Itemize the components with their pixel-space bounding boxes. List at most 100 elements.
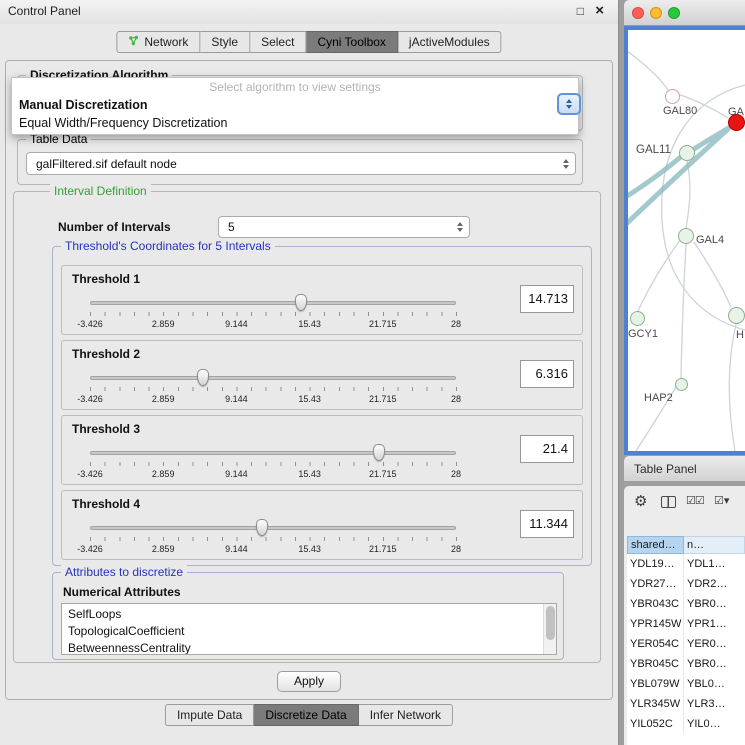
threshold-slider[interactable]: -3.426 2.859 9.144 15.43 21.715 28: [90, 442, 456, 484]
network-node-selected[interactable]: [728, 114, 745, 131]
scale-label: 9.144: [225, 544, 248, 554]
scrollbar-thumb[interactable]: [546, 606, 555, 640]
cell-name: YER0…: [684, 634, 745, 654]
algorithm-dropdown-popup: Select algorithm to view settings Manual…: [11, 77, 579, 135]
table-row[interactable]: YBL079W YBL0…: [627, 674, 745, 694]
table-row[interactable]: YDL19… YDL1…: [627, 554, 745, 574]
threshold-slider[interactable]: -3.426 2.859 9.144 15.43 21.715 28: [90, 367, 456, 409]
network-node[interactable]: [728, 307, 745, 324]
threshold-value-input[interactable]: 6.316: [520, 360, 574, 388]
slider-ticks: [90, 312, 457, 316]
cell-name: YLR3…: [684, 694, 745, 714]
network-node[interactable]: [679, 145, 695, 161]
network-node[interactable]: [630, 311, 645, 326]
slider-track[interactable]: [90, 526, 456, 530]
scale-label: -3.426: [77, 319, 103, 329]
network-window-titlebar: [624, 0, 745, 26]
close-icon[interactable]: ×: [595, 2, 604, 19]
column-header-shared-name[interactable]: shared…: [627, 536, 684, 554]
cell-shared-name: YBL079W: [627, 674, 684, 694]
table-header-row: shared… n…: [627, 536, 745, 554]
table-row[interactable]: YBR045C YBR0…: [627, 654, 745, 674]
column-header-name[interactable]: n…: [684, 536, 745, 554]
traffic-close-button[interactable]: [632, 7, 644, 19]
tab-infer-network[interactable]: Infer Network: [359, 704, 453, 726]
algorithm-option-manual[interactable]: Manual Discretization: [12, 96, 578, 114]
cell-name: YBR0…: [684, 594, 745, 614]
threshold-panel: Threshold 2 6.316 -3.426 2.859 9.144 15.…: [61, 340, 583, 410]
control-panel-titlebar: Control Panel □ ×: [0, 0, 618, 24]
list-item[interactable]: SelfLoops: [62, 606, 556, 623]
arrow-down-icon: [566, 105, 572, 109]
tab-jactivemodules[interactable]: jActiveModules: [398, 31, 502, 53]
tab-select[interactable]: Select: [250, 31, 306, 53]
selected-value: galFiltered.sif default node: [36, 157, 177, 171]
slider-thumb[interactable]: [256, 519, 268, 536]
threshold-panel: Threshold 1 14.713 -3.426 2.859 9.144 15…: [61, 265, 583, 335]
threshold-slider[interactable]: -3.426 2.859 9.144 15.43 21.715 28: [90, 292, 456, 334]
table-row[interactable]: YBR043C YBR0…: [627, 594, 745, 614]
table-row[interactable]: YIL052C YIL0…: [627, 714, 745, 734]
network-node[interactable]: [675, 378, 688, 391]
slider-thumb[interactable]: [373, 444, 385, 461]
scale-label: 28: [451, 394, 461, 404]
number-of-intervals-select[interactable]: 5: [218, 216, 470, 238]
threshold-value-input[interactable]: 11.344: [520, 510, 574, 538]
threshold-label: Threshold 2: [72, 347, 140, 361]
table-row[interactable]: YDR27… YDR2…: [627, 574, 745, 594]
float-window-icon[interactable]: □: [577, 4, 584, 18]
gear-icon[interactable]: ⚙: [634, 492, 647, 510]
algorithm-option-equal-width[interactable]: Equal Width/Frequency Discretization: [12, 114, 578, 132]
table-data-select[interactable]: galFiltered.sif default node: [26, 152, 576, 175]
tab-cyni-toolbox[interactable]: Cyni Toolbox: [306, 31, 397, 53]
tab-impute-data[interactable]: Impute Data: [165, 704, 254, 726]
columns-icon[interactable]: [661, 496, 676, 508]
slider-track[interactable]: [90, 451, 456, 455]
network-node[interactable]: [678, 228, 694, 244]
table-data-group: Table Data galFiltered.sif default node: [17, 139, 583, 185]
tab-label: Impute Data: [177, 708, 242, 722]
tab-discretize-data[interactable]: Discretize Data: [254, 704, 358, 726]
scale-label: 21.715: [369, 469, 397, 479]
selection-menu-icon[interactable]: ☑▾: [714, 494, 729, 507]
network-node[interactable]: [665, 89, 680, 104]
numerical-attributes-list: SelfLoops TopologicalCoefficient Between…: [61, 603, 557, 655]
threshold-value-input[interactable]: 21.4: [520, 435, 574, 463]
control-panel-window: Control Panel □ × Network: [0, 0, 619, 745]
threshold-slider[interactable]: -3.426 2.859 9.144 15.43 21.715 28: [90, 517, 456, 559]
algorithm-combo-stepper-icon[interactable]: [557, 93, 581, 115]
select-all-icon[interactable]: ☑☑: [686, 494, 704, 507]
slider-track[interactable]: [90, 301, 456, 305]
table-row[interactable]: YPR145W YPR1…: [627, 614, 745, 634]
threshold-panel: Threshold 4 11.344 -3.426 2.859 9.144 15…: [61, 490, 583, 560]
combo-stepper-icon: [457, 222, 463, 232]
table-row[interactable]: YER054C YER0…: [627, 634, 745, 654]
node-label[interactable]: GAL80: [663, 105, 697, 117]
list-item[interactable]: TopologicalCoefficient: [62, 623, 556, 640]
node-label[interactable]: GAL11: [636, 144, 671, 156]
network-canvas[interactable]: GAL80 GA GAL11 GAL4 H GCY1 HAP2: [628, 30, 745, 451]
cell-name: YBL0…: [684, 674, 745, 694]
list-item[interactable]: BetweennessCentrality: [62, 640, 556, 655]
threshold-value-input[interactable]: 14.713: [520, 285, 574, 313]
slider-scale: -3.426 2.859 9.144 15.43 21.715 28: [90, 394, 456, 406]
top-tab-bar: Network Style Select Cyni Toolbox jActiv…: [116, 31, 501, 53]
node-label[interactable]: H: [736, 329, 744, 341]
apply-button[interactable]: Apply: [277, 671, 341, 692]
scale-label: 2.859: [152, 469, 175, 479]
tab-style[interactable]: Style: [200, 31, 250, 53]
node-label[interactable]: HAP2: [644, 392, 673, 404]
slider-thumb[interactable]: [197, 369, 209, 386]
list-scrollbar[interactable]: [543, 604, 556, 654]
group-title: Attributes to discretize: [61, 565, 187, 579]
node-label[interactable]: GCY1: [628, 328, 658, 340]
attributes-to-discretize-group: Attributes to discretize Numerical Attri…: [52, 572, 564, 660]
table-row[interactable]: YLR345W YLR3…: [627, 694, 745, 714]
traffic-zoom-button[interactable]: [668, 7, 680, 19]
selected-value: 5: [228, 220, 235, 234]
tab-network[interactable]: Network: [116, 31, 200, 53]
node-label[interactable]: GAL4: [696, 234, 724, 246]
slider-track[interactable]: [90, 376, 456, 380]
slider-thumb[interactable]: [295, 294, 307, 311]
traffic-minimize-button[interactable]: [650, 7, 662, 19]
